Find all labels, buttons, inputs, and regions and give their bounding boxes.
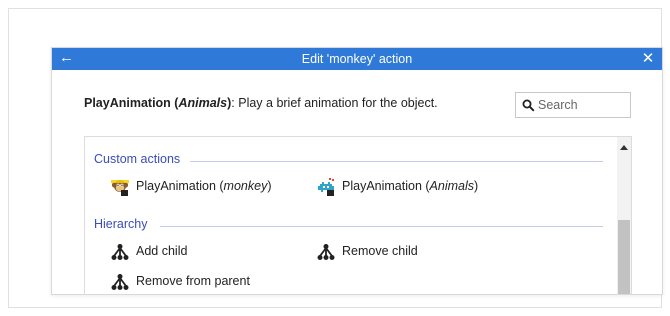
- title-bar: ← Edit 'monkey' action ✕: [52, 48, 662, 70]
- item-label: Remove from parent: [136, 274, 250, 288]
- action-category: Animals: [178, 96, 228, 110]
- hierarchy-icon: [111, 274, 129, 290]
- search-box[interactable]: [515, 92, 631, 118]
- item-label: Remove child: [342, 244, 418, 258]
- scrollbar[interactable]: [617, 137, 631, 294]
- dialog-title: Edit 'monkey' action: [301, 52, 413, 66]
- item-label: Add child: [136, 244, 188, 258]
- edit-action-dialog: ← Edit 'monkey' action ✕ PlayAnimation (…: [51, 47, 663, 295]
- section-divider: [190, 161, 603, 162]
- item-name: PlayAnimation: [342, 179, 422, 193]
- monkey-icon: [111, 180, 129, 196]
- item-name: PlayAnimation: [136, 179, 216, 193]
- actions-list: Custom actions PlayAnimation (monkey) Pl…: [84, 136, 632, 294]
- hierarchy-icon: [317, 244, 335, 260]
- close-icon[interactable]: ✕: [641, 48, 655, 70]
- section-label: Custom actions: [94, 152, 181, 166]
- section-label: Hierarchy: [94, 217, 148, 231]
- search-input[interactable]: [538, 96, 626, 114]
- item-label: PlayAnimation (monkey): [136, 179, 272, 193]
- scrollbar-thumb[interactable]: [618, 220, 630, 294]
- section-header-hierarchy: Hierarchy: [94, 217, 603, 233]
- action-description-text: : Play a brief animation for the object.: [231, 96, 438, 110]
- hierarchy-icon: [111, 244, 129, 260]
- section-divider: [160, 226, 603, 227]
- section-header-custom-actions: Custom actions: [94, 152, 603, 168]
- action-name: PlayAnimation: [84, 96, 171, 110]
- item-qualifier: Animals: [429, 179, 475, 193]
- scroll-up-arrow-icon[interactable]: [620, 145, 628, 150]
- space-invader-icon: [318, 178, 334, 196]
- item-qualifier: monkey: [223, 179, 268, 193]
- item-label: PlayAnimation (Animals): [342, 179, 479, 193]
- action-description: PlayAnimation (Animals): Play a brief an…: [84, 96, 438, 110]
- outer-frame: ← Edit 'monkey' action ✕ PlayAnimation (…: [8, 8, 663, 308]
- search-icon: [522, 99, 535, 112]
